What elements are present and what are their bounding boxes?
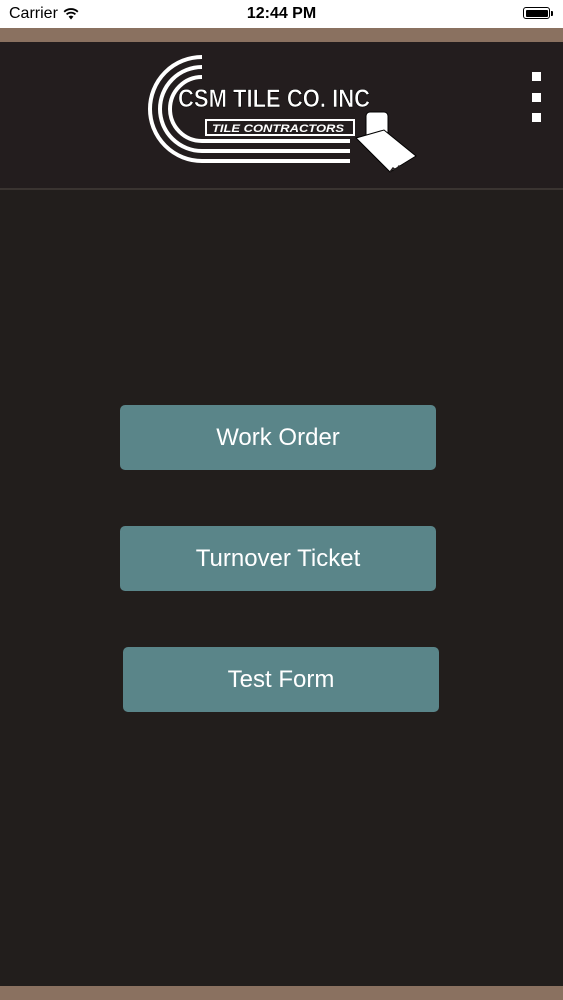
company-logo: CSM TILE CO. INC TILE CONTRACTORS: [140, 52, 425, 182]
app-screen: Carrier 12:44 PM CSM TILE CO. INC TILE C…: [0, 0, 563, 1000]
status-time: 12:44 PM: [246, 5, 317, 22]
trowel-icon: [355, 111, 417, 173]
top-accent-stripe: [0, 28, 563, 42]
logo-tagline: TILE CONTRACTORS: [212, 123, 345, 135]
kebab-menu-icon[interactable]: [529, 72, 543, 122]
status-bar: Carrier 12:44 PM: [0, 0, 563, 28]
battery-icon: [523, 7, 553, 19]
bottom-accent-stripe: [0, 986, 563, 1000]
test-form-button[interactable]: Test Form: [123, 647, 439, 712]
work-order-button[interactable]: Work Order: [120, 405, 436, 470]
logo-company-name: CSM TILE CO. INC: [178, 85, 370, 113]
app-header: CSM TILE CO. INC TILE CONTRACTORS: [0, 42, 563, 190]
turnover-ticket-button[interactable]: Turnover Ticket: [120, 526, 436, 591]
